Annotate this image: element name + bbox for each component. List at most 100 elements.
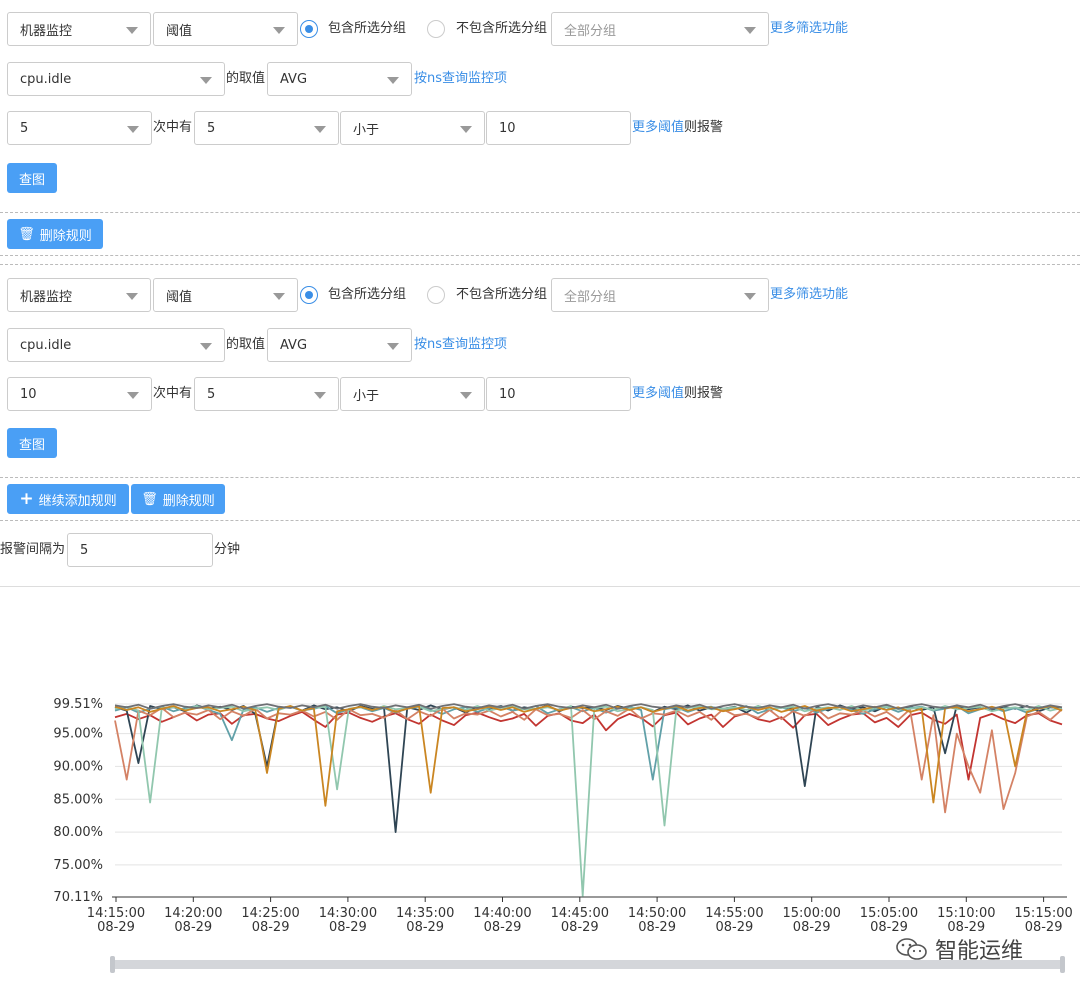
rule-divider xyxy=(0,255,1080,256)
times-hit-select[interactable]: 5 xyxy=(194,377,339,411)
more-threshold-link[interactable]: 更多阈值 xyxy=(632,120,684,135)
exclude-group-label: 不包含所选分组 xyxy=(456,287,548,302)
chart-panel-border xyxy=(0,586,1080,587)
exclude-group-radio[interactable] xyxy=(427,286,445,304)
more-threshold-link[interactable]: 更多阈值 xyxy=(632,386,684,401)
chevron-down-icon xyxy=(744,27,756,34)
y-tick-label: 80.00% xyxy=(53,825,103,840)
alert-interval-value: 5 xyxy=(80,542,89,558)
rule-type-select[interactable]: 阈值 xyxy=(153,278,298,312)
times-hit-value: 5 xyxy=(207,120,216,136)
ns-query-link[interactable]: 按ns查询监控项 xyxy=(414,62,507,96)
times-total-select[interactable]: 10 xyxy=(7,377,152,411)
monitor-type-value: 机器监控 xyxy=(20,23,73,39)
chevron-down-icon xyxy=(126,293,138,300)
x-tick-date-label: 08-29 xyxy=(561,920,599,935)
chevron-down-icon xyxy=(460,126,472,133)
x-tick-date-label: 08-29 xyxy=(716,920,754,935)
operator-value: 小于 xyxy=(353,388,380,404)
operator-select[interactable]: 小于 xyxy=(340,377,485,411)
delete-rule-button[interactable]: 🗑 删除规则 xyxy=(131,484,225,514)
chevron-down-icon xyxy=(127,392,139,399)
chevron-down-icon xyxy=(200,343,212,350)
x-tick-label: 14:20:00 xyxy=(164,906,222,921)
rule-divider xyxy=(0,477,1080,478)
more-filters-link[interactable]: 更多筛选功能 xyxy=(770,278,848,312)
x-tick-date-label: 08-29 xyxy=(97,920,135,935)
times-in-label: 次中有 xyxy=(153,120,193,135)
then-alert-label: 则报警 xyxy=(684,120,724,135)
zoom-handle-left xyxy=(110,956,115,973)
times-in-label: 次中有 xyxy=(153,386,193,401)
x-tick-label: 15:05:00 xyxy=(860,906,918,921)
operator-select[interactable]: 小于 xyxy=(340,111,485,145)
group-select-placeholder: 全部分组 xyxy=(564,23,617,39)
series-line xyxy=(114,705,1063,897)
metric-select[interactable]: cpu.idle xyxy=(7,62,225,96)
view-chart-label: 查图 xyxy=(18,172,45,188)
aggregation-value: AVG xyxy=(280,71,308,87)
x-tick-label: 15:10:00 xyxy=(937,906,995,921)
rule-divider xyxy=(0,520,1080,521)
y-tick-label: 90.00% xyxy=(53,759,103,774)
operator-value: 小于 xyxy=(353,122,380,138)
metric-select[interactable]: cpu.idle xyxy=(7,328,225,362)
plus-icon: + xyxy=(19,489,34,509)
delete-rule-label: 删除规则 xyxy=(39,228,92,244)
threshold-input[interactable]: 10 xyxy=(486,111,631,145)
aggregation-select[interactable]: AVG xyxy=(267,62,412,96)
threshold-suffix: 更多阈值则报警 xyxy=(632,111,723,145)
zoom-handle-right xyxy=(1060,956,1065,973)
chevron-down-icon xyxy=(387,343,399,350)
y-tick-label: 85.00% xyxy=(53,792,103,807)
chevron-down-icon xyxy=(273,293,285,300)
x-tick-label: 14:15:00 xyxy=(87,906,145,921)
chevron-down-icon xyxy=(127,126,139,133)
monitor-type-select[interactable]: 机器监控 xyxy=(7,12,151,46)
x-tick-date-label: 08-29 xyxy=(174,920,212,935)
view-chart-button[interactable]: 查图 xyxy=(7,428,57,458)
y-tick-label: 75.00% xyxy=(53,858,103,873)
times-total-value: 5 xyxy=(20,120,29,136)
ns-query-link[interactable]: 按ns查询监控项 xyxy=(414,328,507,362)
rule-type-select[interactable]: 阈值 xyxy=(153,12,298,46)
more-filters-link[interactable]: 更多筛选功能 xyxy=(770,12,848,46)
chevron-down-icon xyxy=(314,392,326,399)
aggregation-select[interactable]: AVG xyxy=(267,328,412,362)
exclude-group-radio[interactable] xyxy=(427,20,445,38)
threshold-input[interactable]: 10 xyxy=(486,377,631,411)
include-group-label: 包含所选分组 xyxy=(328,21,407,36)
delete-rule-button[interactable]: 🗑 删除规则 xyxy=(7,219,103,249)
of-value-label: 的取值 xyxy=(226,337,266,352)
add-rule-button[interactable]: + 继续添加规则 xyxy=(7,484,129,514)
monitor-type-select[interactable]: 机器监控 xyxy=(7,278,151,312)
rule-type-value: 阈值 xyxy=(166,23,193,39)
threshold-value: 10 xyxy=(499,386,516,402)
threshold-suffix: 更多阈值则报警 xyxy=(632,377,723,411)
monitor-type-value: 机器监控 xyxy=(20,289,73,305)
include-group-radio[interactable] xyxy=(300,20,318,38)
group-select[interactable]: 全部分组 xyxy=(551,278,769,312)
y-tick-label: 99.51% xyxy=(53,697,103,712)
metric-value: cpu.idle xyxy=(20,71,72,87)
alert-interval-input[interactable]: 5 xyxy=(67,533,213,567)
chevron-down-icon xyxy=(387,77,399,84)
watermark-text: 智能运维 xyxy=(935,939,1024,964)
times-total-select[interactable]: 5 xyxy=(7,111,152,145)
times-total-value: 10 xyxy=(20,386,37,402)
y-tick-label: 95.00% xyxy=(53,727,103,742)
x-tick-date-label: 08-29 xyxy=(329,920,367,935)
wechat-icon xyxy=(895,937,929,961)
group-select-placeholder: 全部分组 xyxy=(564,289,617,305)
add-rule-label: 继续添加规则 xyxy=(38,493,117,509)
group-select[interactable]: 全部分组 xyxy=(551,12,769,46)
times-hit-select[interactable]: 5 xyxy=(194,111,339,145)
include-group-radio[interactable] xyxy=(300,286,318,304)
chevron-down-icon xyxy=(460,392,472,399)
trash-icon: 🗑 xyxy=(18,226,35,242)
threshold-value: 10 xyxy=(499,120,516,136)
x-tick-label: 14:35:00 xyxy=(396,906,454,921)
watermark: 智能运维 xyxy=(895,933,1023,965)
view-chart-button[interactable]: 查图 xyxy=(7,163,57,193)
x-tick-date-label: 08-29 xyxy=(252,920,290,935)
